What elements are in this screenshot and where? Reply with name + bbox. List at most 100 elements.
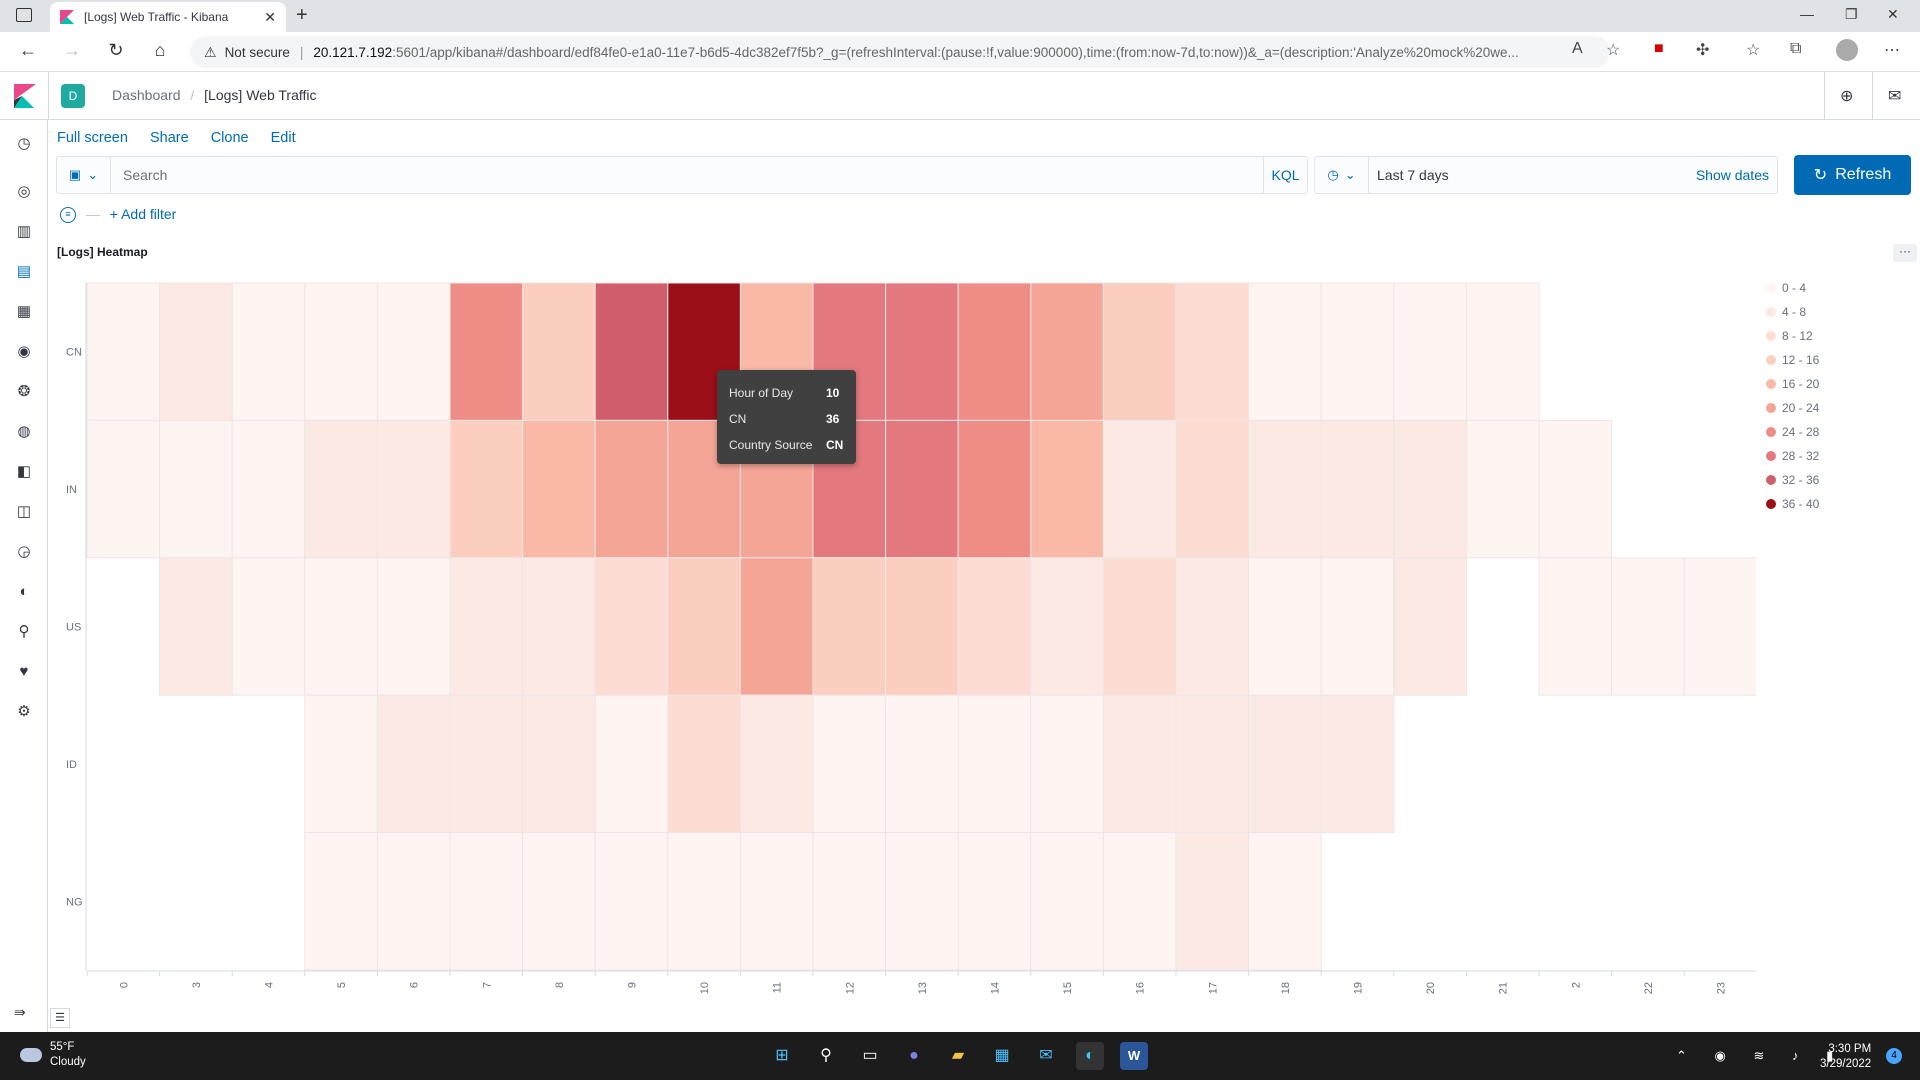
heatmap-cell[interactable]	[1611, 557, 1685, 696]
heatmap-cell[interactable]	[1320, 282, 1395, 421]
search-input[interactable]: Search	[123, 167, 167, 183]
maps-icon[interactable]: ◉	[14, 342, 34, 362]
heatmap-cell[interactable]	[231, 282, 306, 421]
heatmap-cell[interactable]	[739, 557, 814, 696]
heatmap-cell[interactable]	[667, 832, 741, 971]
logs-icon[interactable]: ◧	[14, 462, 34, 482]
weather-widget[interactable]: 55°F Cloudy	[20, 1040, 86, 1070]
panel-options-button[interactable]: ···	[1893, 244, 1917, 262]
file-explorer-icon[interactable]: ▰	[944, 1042, 972, 1070]
recent-icon[interactable]: ◷	[14, 134, 34, 154]
heatmap-cell[interactable]	[231, 557, 306, 696]
heatmap-cell[interactable]	[1393, 282, 1467, 421]
heatmap-cell[interactable]	[594, 557, 669, 696]
heatmap-cell[interactable]	[304, 419, 378, 559]
heatmap-cell[interactable]	[1465, 282, 1540, 421]
new-tab-button[interactable]: +	[296, 4, 308, 27]
heatmap-cell[interactable]	[885, 694, 959, 834]
heatmap-cell[interactable]	[594, 419, 669, 559]
favorite-icon[interactable]: ☆	[1606, 40, 1620, 60]
heatmap-cell[interactable]	[304, 282, 378, 421]
heatmap-cell[interactable]	[1248, 282, 1322, 421]
space-avatar[interactable]: D	[61, 84, 85, 108]
heatmap-cell[interactable]	[1538, 557, 1613, 696]
discover-icon[interactable]: ◎	[14, 182, 34, 202]
heatmap-cell[interactable]	[1248, 694, 1322, 834]
heatmap-cell[interactable]	[522, 832, 596, 971]
heatmap-cell[interactable]	[1030, 694, 1104, 834]
heatmap-cell[interactable]	[1175, 419, 1250, 559]
heatmap-cell[interactable]	[957, 832, 1032, 971]
heatmap-cell[interactable]	[1393, 419, 1467, 559]
heatmap-cell[interactable]	[1393, 557, 1467, 696]
help-icon[interactable]: ⊕	[1840, 86, 1853, 106]
heatmap-cell[interactable]	[1102, 419, 1177, 559]
legend-item[interactable]: 8 - 12	[1766, 324, 1819, 348]
tab-actions-icon[interactable]	[16, 8, 32, 22]
refresh-button[interactable]: ↻ Refresh	[1794, 155, 1911, 195]
notification-badge[interactable]: 4	[1886, 1048, 1902, 1064]
heatmap-cell[interactable]	[957, 282, 1032, 421]
restore-icon[interactable]: ❐	[1845, 6, 1858, 23]
heatmap-cell[interactable]	[376, 694, 451, 834]
heatmap-cell[interactable]	[376, 419, 451, 559]
favorites-list-icon[interactable]: ☆	[1746, 40, 1760, 60]
heatmap-cell[interactable]	[594, 694, 669, 834]
legend-item[interactable]: 0 - 4	[1766, 276, 1819, 300]
list-toggle-icon[interactable]: ☰	[50, 1008, 70, 1028]
monitoring-icon[interactable]: ♥	[14, 662, 34, 682]
heatmap-cell[interactable]	[1175, 557, 1250, 696]
dashboard-icon[interactable]: ▤	[14, 262, 34, 282]
heatmap-cell[interactable]	[812, 832, 887, 971]
kibana-logo-icon[interactable]	[14, 84, 36, 108]
heatmap-cell[interactable]	[1320, 557, 1395, 696]
profile-avatar[interactable]	[1836, 39, 1858, 61]
heatmap-cell[interactable]	[304, 694, 378, 834]
heatmap-cell[interactable]	[522, 282, 596, 421]
apm-icon[interactable]: ◫	[14, 502, 34, 522]
infrastructure-icon[interactable]: ◍	[14, 422, 34, 442]
heatmap-cell[interactable]	[1030, 832, 1104, 971]
teams-chat-icon[interactable]: ●	[900, 1042, 928, 1070]
heatmap-cell[interactable]	[957, 419, 1032, 559]
heatmap-cell[interactable]	[957, 694, 1032, 834]
read-aloud-icon[interactable]: A	[1572, 40, 1583, 58]
clock[interactable]: 3:30 PM 3/29/2022	[1820, 1042, 1871, 1072]
forward-icon[interactable]: →	[60, 40, 84, 61]
legend-item[interactable]: 4 - 8	[1766, 300, 1819, 324]
heatmap-cell[interactable]	[812, 694, 887, 834]
collapse-nav-icon[interactable]: ⇛	[14, 1004, 26, 1021]
heatmap-cell[interactable]	[739, 832, 814, 971]
legend-item[interactable]: 24 - 28	[1766, 420, 1819, 444]
start-icon[interactable]: ⊞	[768, 1042, 796, 1070]
search-icon[interactable]: ⚲	[812, 1042, 840, 1070]
siem-icon[interactable]: ◐	[14, 582, 34, 602]
heatmap-cell[interactable]	[159, 282, 233, 421]
heatmap-cell[interactable]	[885, 557, 959, 696]
heatmap-cell[interactable]	[1102, 557, 1177, 696]
heatmap-cell[interactable]	[594, 832, 669, 971]
heatmap-cell[interactable]	[812, 557, 887, 696]
heatmap-cell[interactable]	[522, 694, 596, 834]
show-dates-link[interactable]: Show dates	[1696, 167, 1769, 183]
heatmap-cell[interactable]	[449, 282, 524, 421]
heatmap-cell[interactable]	[231, 419, 306, 559]
heatmap-cell[interactable]	[667, 557, 741, 696]
heatmap-cell[interactable]	[594, 282, 669, 421]
uptime-icon[interactable]: ◶	[14, 542, 34, 562]
heatmap-cell[interactable]	[1175, 282, 1250, 421]
clone-link[interactable]: Clone	[211, 130, 249, 146]
collections-icon[interactable]: ⧉	[1790, 40, 1801, 58]
heatmap-cell[interactable]	[449, 557, 524, 696]
reload-icon[interactable]: ↻	[104, 40, 128, 61]
heatmap-cell[interactable]	[1248, 832, 1322, 971]
extensions-puzzle-icon[interactable]: ✣	[1696, 40, 1709, 60]
heatmap-cell[interactable]	[1102, 282, 1177, 421]
legend-item[interactable]: 20 - 24	[1766, 396, 1819, 420]
close-window-icon[interactable]: ✕	[1887, 6, 1899, 23]
heatmap-cell[interactable]	[1538, 419, 1613, 559]
heatmap-cell[interactable]	[304, 557, 378, 696]
heatmap-cell[interactable]	[885, 419, 959, 559]
edge-browser-icon[interactable]: ◐	[1076, 1042, 1104, 1070]
browser-tab[interactable]: [Logs] Web Traffic - Kibana ✕	[50, 2, 286, 32]
